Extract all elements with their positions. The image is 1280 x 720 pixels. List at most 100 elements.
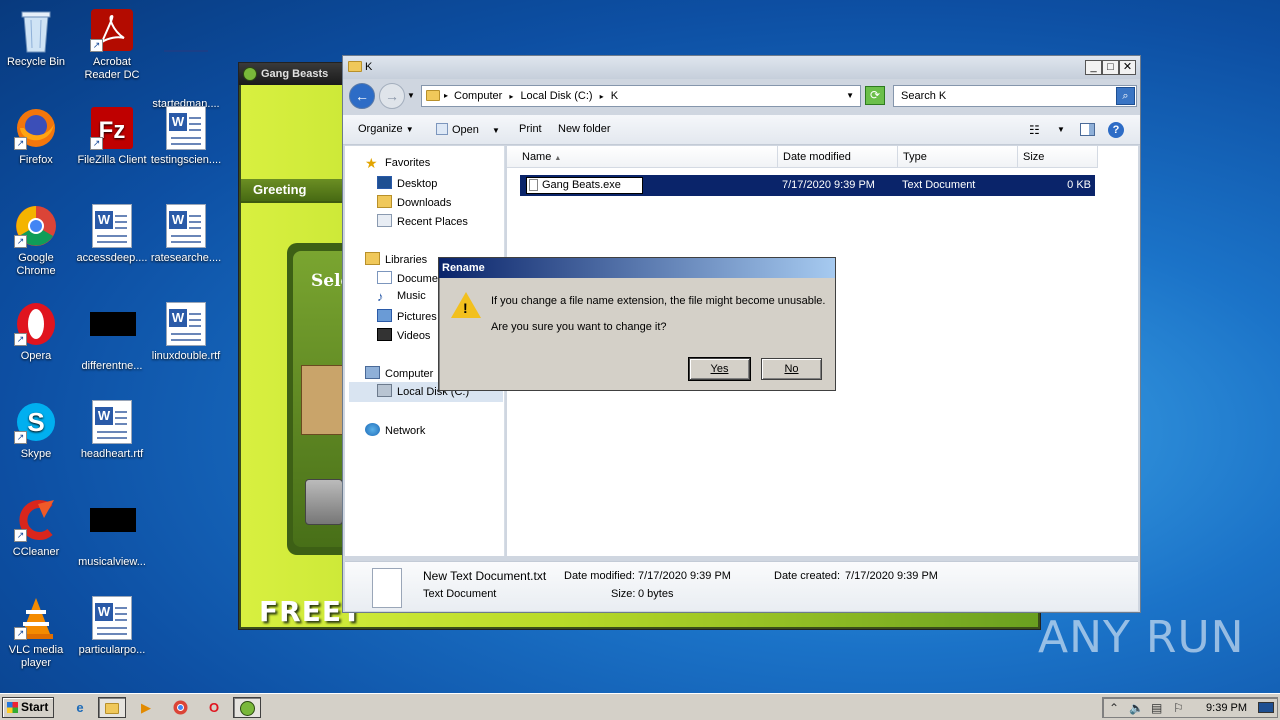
file-row[interactable]: Gang Beats.exe 7/17/2020 9:39 PM Text Do… [520, 175, 1095, 196]
opera-taskbar-icon[interactable]: O [200, 697, 228, 718]
forward-arrow-icon[interactable]: → [379, 83, 405, 109]
details-pane: New Text Document.txt Date modified: 7/1… [345, 561, 1138, 611]
desktop-icon-differentne[interactable]: differentne... [74, 302, 150, 373]
nav-videos[interactable]: Videos [377, 328, 430, 342]
desktop-icon-startedman[interactable]: startedman.... [148, 8, 224, 111]
system-tray: ⌃ 🔈 ▤ ⚐ 9:39 PM [1102, 697, 1278, 718]
chevron-right-icon: ▸ [444, 91, 449, 100]
view-dropdown-icon[interactable]: ▼ [1057, 125, 1065, 134]
nav-desktop[interactable]: Desktop [377, 176, 437, 190]
breadcrumb-k[interactable]: K [611, 90, 618, 102]
column-header-date-modified[interactable]: Date modified [778, 146, 898, 168]
desktop-icon-label: VLC media player [8, 644, 64, 669]
desktop-icon-testingscien[interactable]: W testingscien.... [148, 106, 224, 167]
close-button[interactable]: ✕ [1119, 60, 1136, 75]
desktop-icon-chrome[interactable]: ↗ Google Chrome [0, 204, 74, 278]
search-placeholder: Search K [901, 90, 947, 102]
desktop-icon-recycle-bin[interactable]: Recycle Bin [0, 8, 74, 69]
desktop-icon-ratesearche[interactable]: W ratesearche.... [148, 204, 224, 265]
desktop-icon-filezilla[interactable]: Fz ↗ FileZilla Client [74, 106, 150, 167]
yes-button[interactable]: Yes [688, 357, 751, 381]
desktop-icon-particularpo[interactable]: W particularpo... [74, 596, 150, 657]
network-tray-icon[interactable]: ▤ [1151, 701, 1162, 715]
nav-libraries[interactable]: Libraries [365, 252, 427, 266]
explorer-titlebar[interactable]: K _ □ ✕ [343, 56, 1140, 79]
action-center-flag-icon[interactable]: ⚐ [1173, 701, 1184, 715]
refresh-icon[interactable]: ⟳ [865, 86, 885, 105]
rename-dialog[interactable]: Rename ! If you change a file name exten… [438, 257, 836, 391]
explorer-taskbar-icon[interactable] [98, 697, 126, 718]
clock[interactable]: 9:39 PM [1206, 702, 1247, 714]
desktop-icon-vlc[interactable]: ↗ VLC media player [0, 596, 74, 670]
dialog-question: Are you sure you want to change it? [491, 321, 667, 333]
folder-icon [348, 61, 362, 72]
print-button[interactable]: Print [519, 123, 542, 135]
column-header-size[interactable]: Size [1018, 146, 1098, 168]
breadcrumb-computer[interactable]: Computer [454, 90, 502, 102]
desktop-icon-linuxdouble[interactable]: W linuxdouble.rtf [148, 302, 224, 363]
nav-music[interactable]: ♪ Music [377, 290, 426, 304]
show-desktop-icon[interactable] [1258, 702, 1274, 713]
chrome-taskbar-icon[interactable] [166, 697, 194, 718]
desktop-icon-acrobat[interactable]: ↗ Acrobat Reader DC [74, 8, 150, 82]
desktop-icon-label: FileZilla Client [77, 154, 147, 166]
desktop-icon-opera[interactable]: ↗ Opera [0, 302, 74, 363]
preview-pane-icon[interactable] [1080, 123, 1095, 136]
nav-pictures[interactable]: Pictures [377, 309, 437, 323]
view-options-icon[interactable]: ☷ [1029, 123, 1040, 137]
blank-icon [164, 50, 208, 94]
internet-explorer-icon[interactable]: e [66, 697, 94, 718]
show-hidden-icons-icon[interactable]: ⌃ [1109, 701, 1119, 715]
desktop-icon-ccleaner[interactable]: ↗ CCleaner [0, 498, 74, 559]
minimize-button[interactable]: _ [1085, 60, 1102, 75]
search-icon[interactable]: ⌕ [1116, 87, 1135, 105]
breadcrumb-local-disk[interactable]: Local Disk (C:) [520, 90, 592, 102]
details-date-created-label: Date created: [774, 570, 841, 582]
details-date-modified: 7/17/2020 9:39 PM [638, 570, 731, 582]
desktop-icon-label: accessdeep.... [76, 252, 148, 264]
svg-text:S: S [27, 407, 44, 437]
command-bar: Organize ▼ Open ▼ Print New folder ☷ ▼ ? [343, 115, 1140, 145]
shortcut-arrow-icon: ↗ [14, 333, 27, 346]
back-arrow-icon[interactable]: ← [349, 83, 375, 109]
column-header-type[interactable]: Type [898, 146, 1018, 168]
address-dropdown-icon[interactable]: ▼ [846, 86, 854, 106]
word-doc-icon: W [90, 204, 134, 248]
nav-downloads[interactable]: Downloads [377, 195, 451, 209]
desktop-icon-headheart[interactable]: W headheart.rtf [74, 400, 150, 461]
music-icon: ♪ [377, 289, 384, 304]
downloads-folder-icon [377, 195, 392, 208]
hard-drive-icon [305, 479, 343, 525]
open-button[interactable]: Open ▼ [436, 123, 500, 136]
dialog-title[interactable]: Rename [439, 258, 835, 278]
column-header-name[interactable]: Name ▲ [507, 146, 778, 168]
recycle-bin-icon [14, 8, 58, 53]
desktop-icon-label: Google Chrome [16, 252, 56, 277]
gang-beasts-taskbar-icon[interactable] [233, 697, 261, 718]
media-player-icon[interactable]: ▶ [132, 697, 160, 718]
maximize-button[interactable]: □ [1102, 60, 1119, 75]
text-document-icon [372, 568, 402, 608]
greeting-tab[interactable]: Greeting [241, 179, 343, 201]
desktop-icon-accessdeep[interactable]: W accessdeep.... [74, 204, 150, 265]
start-button[interactable]: Start [2, 697, 54, 718]
no-button[interactable]: No [761, 358, 822, 380]
search-input[interactable]: Search K ⌕ [893, 85, 1137, 107]
new-folder-button[interactable]: New folder [558, 123, 611, 135]
recent-pages-chevron-icon[interactable]: ▼ [407, 91, 415, 100]
rename-input[interactable]: Gang Beats.exe [526, 177, 643, 194]
desktop-icon-firefox[interactable]: ↗ Firefox [0, 106, 74, 167]
filezilla-icon: Fz ↗ [90, 106, 134, 150]
nav-recent-places[interactable]: Recent Places [377, 214, 468, 228]
chevron-right-icon: ▸ [509, 92, 514, 101]
volume-icon[interactable]: 🔈 [1129, 701, 1144, 715]
nav-network[interactable]: Network [365, 423, 425, 437]
address-field[interactable]: ▸ Computer ▸ Local Disk (C:) ▸ K ▼ [421, 85, 861, 107]
nav-favorites[interactable]: ★ Favorites [365, 156, 430, 170]
desktop-icon-label: ratesearche.... [150, 252, 222, 264]
nav-computer[interactable]: Computer [365, 366, 433, 380]
desktop-icon-skype[interactable]: S ↗ Skype [0, 400, 74, 461]
organize-button[interactable]: Organize ▼ [358, 123, 414, 135]
help-icon[interactable]: ? [1108, 122, 1124, 138]
desktop-icon-musicalview[interactable]: musicalview... [74, 498, 150, 569]
